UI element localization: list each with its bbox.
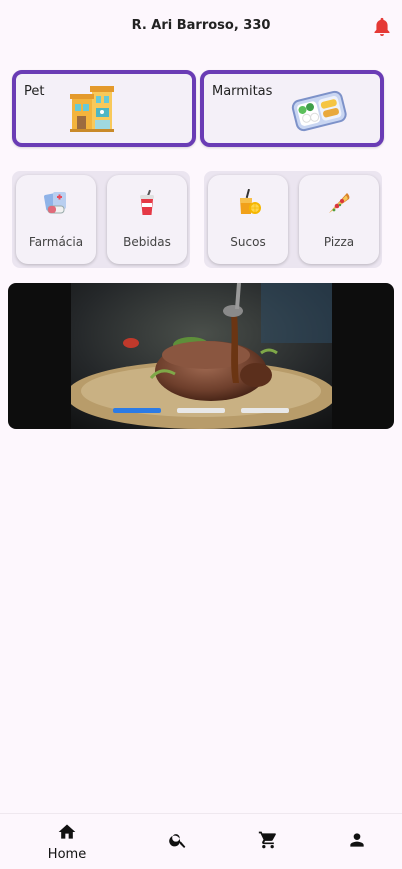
category-farmacia[interactable]: Farmácia	[16, 175, 96, 264]
person-icon	[350, 833, 364, 847]
cart-icon	[258, 831, 276, 849]
category-label: Farmácia	[28, 235, 84, 249]
nav-profile[interactable]	[327, 814, 387, 869]
delivery-address[interactable]: R. Ari Barroso, 330	[0, 18, 402, 33]
category-pizza[interactable]: Pizza	[299, 175, 379, 264]
bottom-navigation: Home	[0, 813, 402, 869]
search-icon	[169, 834, 186, 848]
soda-cup-icon	[140, 189, 154, 215]
pet-shop-icon	[70, 86, 114, 132]
juice-icon	[240, 189, 261, 214]
category-label: Pizza	[323, 235, 355, 249]
category-label: Bebidas	[123, 235, 171, 249]
featured-card-marmitas[interactable]: Marmitas	[200, 70, 384, 147]
category-label: Sucos	[230, 235, 266, 249]
carousel-indicator[interactable]	[113, 408, 161, 413]
bell-icon[interactable]	[372, 16, 392, 38]
nav-home-label: Home	[47, 847, 87, 862]
app-header: R. Ari Barroso, 330	[0, 0, 402, 54]
lunchbox-icon	[291, 90, 347, 132]
promo-banner-carousel[interactable]	[8, 283, 394, 429]
featured-card-pet[interactable]: Pet	[12, 70, 196, 147]
pharmacy-icon	[44, 192, 66, 214]
featured-card-label: Pet	[24, 84, 45, 99]
featured-card-label: Marmitas	[212, 84, 273, 99]
nav-cart[interactable]	[238, 814, 298, 869]
nav-home[interactable]: Home	[37, 814, 97, 869]
category-sucos[interactable]: Sucos	[208, 175, 288, 264]
carousel-indicator[interactable]	[177, 408, 225, 413]
home-icon	[58, 824, 76, 839]
nav-search[interactable]	[148, 814, 208, 869]
pizza-slice-icon	[329, 193, 350, 213]
category-bebidas[interactable]: Bebidas	[107, 175, 187, 264]
carousel-indicator[interactable]	[241, 408, 289, 413]
